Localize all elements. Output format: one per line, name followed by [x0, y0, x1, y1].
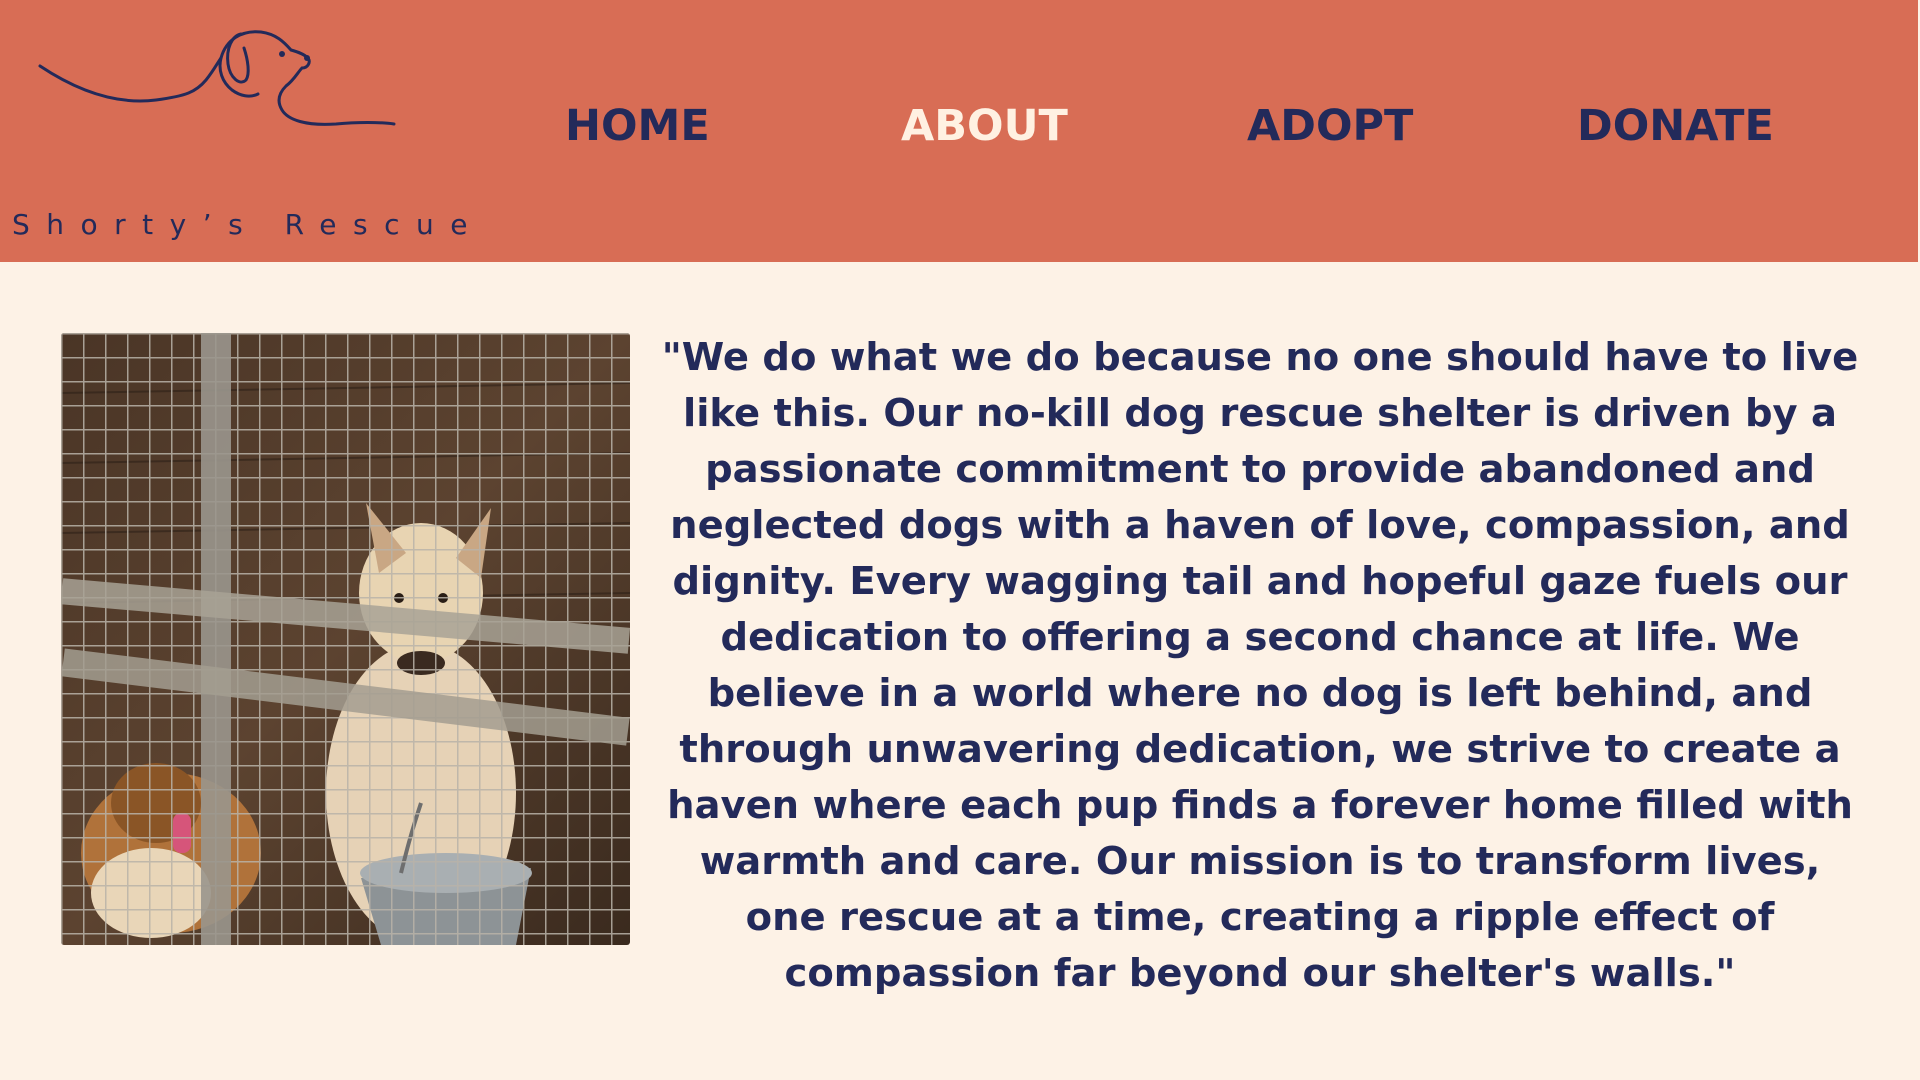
brand-logo[interactable]: Shorty’s Rescue	[8, 20, 467, 241]
mission-quote: "We do what we do because no one should …	[661, 335, 1859, 996]
dog-line-drawing-icon	[38, 30, 396, 126]
nav-about[interactable]: ABOUT	[901, 98, 1068, 154]
nav-adopt[interactable]: ADOPT	[1247, 98, 1413, 154]
nav-home[interactable]: HOME	[565, 98, 710, 154]
nav-donate[interactable]: DONATE	[1577, 98, 1774, 154]
site-header: Shorty’s Rescue HOME ABOUT ADOPT DONATE	[0, 0, 1918, 262]
dogs-in-kennel-photo	[61, 333, 630, 945]
brand-name: Shorty’s Rescue	[12, 208, 484, 241]
